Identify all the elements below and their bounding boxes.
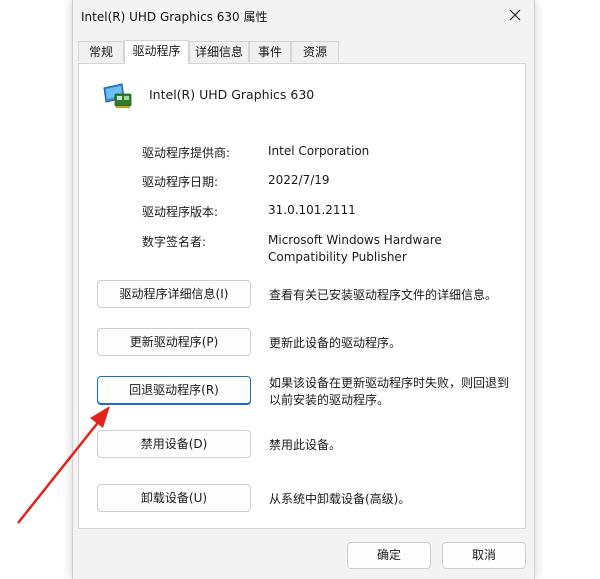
display-adapter-icon [103,83,132,108]
title-bar[interactable]: Intel(R) UHD Graphics 630 属性 [73,0,534,32]
roll-back-driver-desc-line1: 如果该设备在更新驱动程序时失败，则回退到 [269,376,510,390]
disable-device-desc: 禁用此设备。 [269,437,519,454]
uninstall-device-desc-line1: 从系统中卸载设备(高级)。 [269,492,411,506]
uninstall-device-button[interactable]: 卸载设备(U) [97,484,251,512]
roll-back-driver-desc: 如果该设备在更新驱动程序时失败，则回退到 以前安装的驱动程序。 [269,375,519,409]
window-title: Intel(R) UHD Graphics 630 属性 [81,10,268,24]
signer-label: 数字签名者: [142,235,207,249]
roll-back-driver-desc-line2: 以前安装的驱动程序。 [269,393,390,407]
driver-details-desc-line1: 查看有关已安装驱动程序文件的详细信息。 [269,288,498,302]
date-label: 驱动程序日期: [142,175,219,189]
signer-value-line2: Compatibility Publisher [268,250,407,264]
update-driver-button[interactable]: 更新驱动程序(P) [97,328,251,356]
close-icon [509,9,521,21]
update-driver-desc-line1: 更新此设备的驱动程序。 [269,336,402,350]
cancel-button[interactable]: 取消 [442,542,526,569]
driver-details-button[interactable]: 驱动程序详细信息(I) [97,280,251,308]
tab-details[interactable]: 详细信息 [189,41,249,62]
tab-events[interactable]: 事件 [249,41,291,62]
signer-value-line1: Microsoft Windows Hardware [268,233,442,247]
ok-button[interactable]: 确定 [347,542,431,569]
disable-device-button[interactable]: 禁用设备(D) [97,430,251,458]
uninstall-device-desc: 从系统中卸载设备(高级)。 [269,491,519,508]
signer-value: Microsoft Windows Hardware Compatibility… [268,232,498,266]
provider-value: Intel Corporation [268,144,370,158]
version-label: 驱动程序版本: [142,205,219,219]
tab-driver[interactable]: 驱动程序 [124,40,189,64]
device-name: Intel(R) UHD Graphics 630 [149,87,315,102]
driver-details-desc: 查看有关已安装驱动程序文件的详细信息。 [269,287,519,304]
driver-tab-panel: Intel(R) UHD Graphics 630 驱动程序提供商: Intel… [78,63,526,529]
tab-resources[interactable]: 资源 [291,41,339,62]
close-button[interactable] [500,2,530,28]
update-driver-desc: 更新此设备的驱动程序。 [269,335,519,352]
version-value: 31.0.101.2111 [268,203,356,217]
tab-general[interactable]: 常规 [78,41,124,62]
date-value: 2022/7/19 [268,173,330,187]
properties-dialog: Intel(R) UHD Graphics 630 属性 常规 驱动程序 详细信… [72,0,535,579]
roll-back-driver-button[interactable]: 回退驱动程序(R) [97,376,251,404]
disable-device-desc-line1: 禁用此设备。 [269,438,342,452]
provider-label: 驱动程序提供商: [142,146,231,160]
